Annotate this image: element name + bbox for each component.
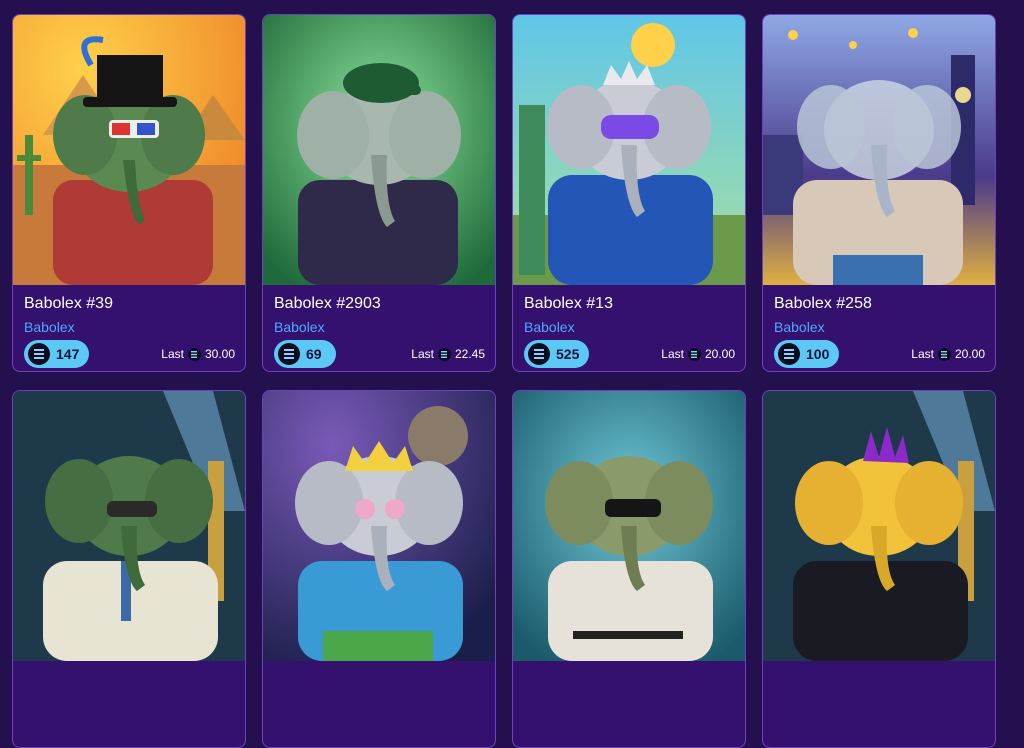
nft-title[interactable]: Babolex #13 [524, 295, 613, 313]
elephant-green-suit-icon[interactable] [13, 391, 245, 661]
last-price: 22.45 [454, 347, 485, 361]
price-badge[interactable]: 525 [524, 340, 590, 368]
price-badge[interactable]: 100 [774, 340, 840, 368]
elephant-tophat-icon[interactable] [13, 15, 245, 285]
nft-card[interactable]: Babolex #39 Babolex 147 Last 30.00 [12, 14, 246, 372]
price-value: 100 [806, 346, 830, 362]
price-badge[interactable]: 69 [274, 340, 336, 368]
elephant-chrome-crown-icon[interactable] [513, 15, 745, 285]
nft-card[interactable]: Babolex #13 Babolex 525 Last 20.00 [512, 14, 746, 372]
last-label: Last [161, 347, 184, 361]
nft-title[interactable]: Babolex #39 [24, 295, 113, 313]
last-price: 30.00 [204, 347, 235, 361]
nft-title[interactable]: Babolex #258 [774, 295, 872, 313]
card-info: Babolex #258 Babolex 100 Last 20.00 [763, 285, 995, 371]
elephant-crown-heart-glasses-icon[interactable] [263, 391, 495, 661]
solana-icon [778, 343, 800, 365]
last-label: Last [911, 347, 934, 361]
solana-icon [187, 347, 201, 361]
elephant-gold-punk-icon[interactable] [763, 391, 995, 661]
card-info: Babolex #2903 Babolex 69 Last 22.45 [263, 285, 495, 371]
last-sale: Last 20.00 [661, 347, 735, 361]
price-value: 147 [56, 346, 80, 362]
elephant-cap-icon[interactable] [263, 15, 495, 285]
collection-link[interactable]: Babolex [24, 319, 75, 335]
solana-icon [937, 347, 951, 361]
nft-card[interactable]: Babolex #2903 Babolex 69 Last 22.45 [262, 14, 496, 372]
collection-link[interactable]: Babolex [774, 319, 825, 335]
price-badge[interactable]: 147 [24, 340, 90, 368]
nft-card[interactable] [512, 390, 746, 748]
card-info: Babolex #13 Babolex 525 Last 20.00 [513, 285, 745, 371]
last-sale: Last 30.00 [161, 347, 235, 361]
price-value: 525 [556, 346, 580, 362]
nft-title[interactable]: Babolex #2903 [274, 295, 381, 313]
last-price: 20.00 [704, 347, 735, 361]
solana-icon [278, 343, 300, 365]
nft-grid: Babolex #39 Babolex 147 Last 30.00 Babol… [0, 0, 1024, 748]
solana-icon [437, 347, 451, 361]
elephant-zombie-icon[interactable] [513, 391, 745, 661]
last-sale: Last 20.00 [911, 347, 985, 361]
solana-icon [687, 347, 701, 361]
card-info: Babolex #39 Babolex 147 Last 30.00 [13, 285, 245, 371]
nft-card[interactable] [12, 390, 246, 748]
nft-card[interactable] [262, 390, 496, 748]
elephant-ghost-icon[interactable] [763, 15, 995, 285]
nft-card[interactable] [762, 390, 996, 748]
collection-link[interactable]: Babolex [274, 319, 325, 335]
collection-link[interactable]: Babolex [524, 319, 575, 335]
last-sale: Last 22.45 [411, 347, 485, 361]
solana-icon [28, 343, 50, 365]
last-label: Last [411, 347, 434, 361]
solana-icon [528, 343, 550, 365]
last-price: 20.00 [954, 347, 985, 361]
last-label: Last [661, 347, 684, 361]
nft-card[interactable]: Babolex #258 Babolex 100 Last 20.00 [762, 14, 996, 372]
price-value: 69 [306, 346, 322, 362]
